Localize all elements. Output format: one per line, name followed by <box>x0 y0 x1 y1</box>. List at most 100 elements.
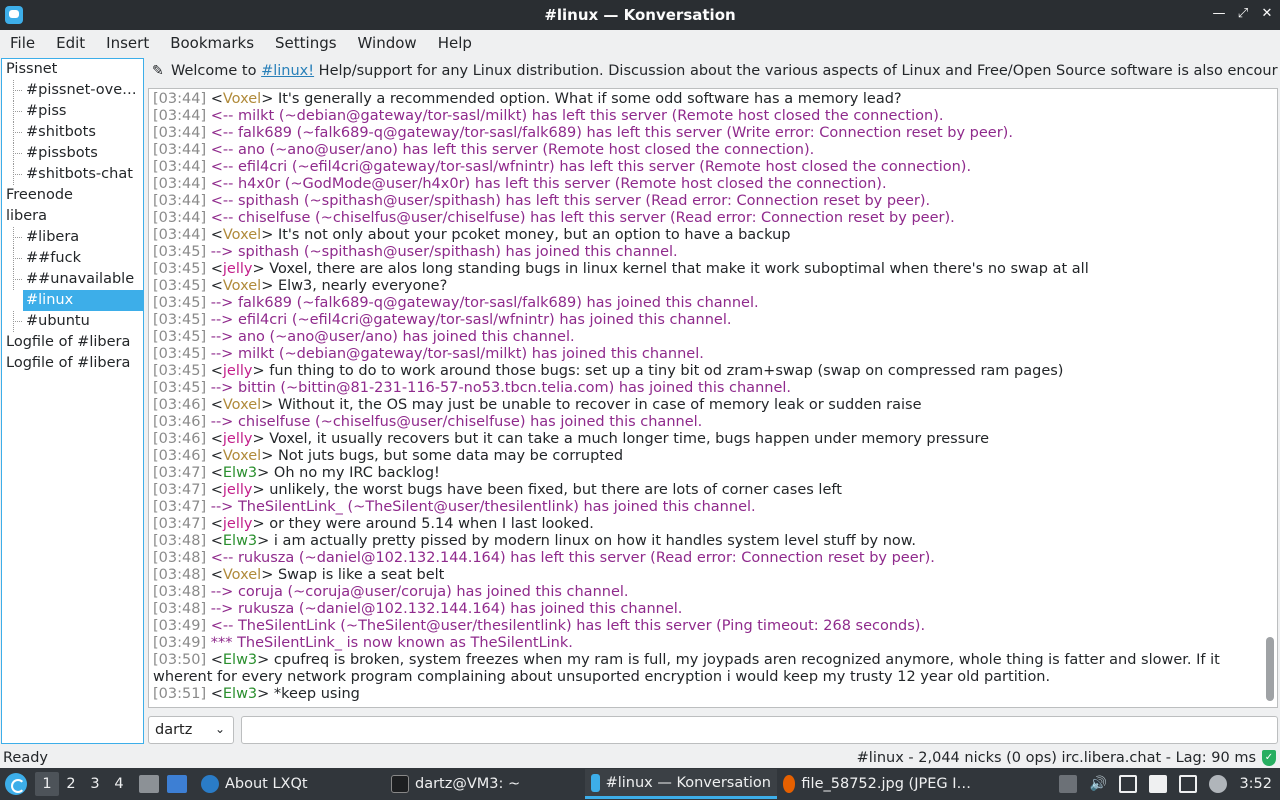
topic-link[interactable]: #linux! <box>261 63 314 79</box>
chat-event-line: [03:45] --> efil4cri (~efil4cri@gateway/… <box>153 312 1253 329</box>
message-text: Not juts bugs, but some data may be corr… <box>277 448 624 464</box>
chat-event-line: [03:49] *** TheSilentLink_ is now known … <box>153 635 1253 652</box>
message-text: unlikely, the worst bugs have been fixed… <box>269 482 842 498</box>
network-icon[interactable] <box>1119 775 1138 793</box>
menu-settings[interactable]: Settings <box>275 34 337 52</box>
event-text: <-- chiselfuse (~chiselfus@user/chiselfu… <box>210 210 955 226</box>
tree-channel-linux[interactable]: #linux <box>23 290 143 311</box>
chat-event-line: [03:44] <-- efil4cri (~efil4cri@gateway/… <box>153 159 1253 176</box>
nick[interactable]: jelly <box>223 431 253 447</box>
nick[interactable]: Voxel <box>223 227 261 243</box>
notes-icon[interactable] <box>1149 775 1168 793</box>
timestamp: [03:48] <box>153 567 207 583</box>
task-firefox[interactable]: file_58752.jpg (JPEG I… <box>777 769 977 799</box>
message-text: fun thing to do to work around those bug… <box>269 363 1064 379</box>
nick[interactable]: Voxel <box>223 397 261 413</box>
timestamp: [03:44] <box>153 227 207 243</box>
nick[interactable]: jelly <box>223 482 253 498</box>
nick[interactable]: Voxel <box>223 278 261 294</box>
file-manager-icon[interactable] <box>139 775 159 793</box>
nick[interactable]: Voxel <box>223 91 261 107</box>
tree-channel-unavailable[interactable]: ##unavailable <box>2 269 143 290</box>
event-text: --> efil4cri (~efil4cri@gateway/tor-sasl… <box>210 312 732 328</box>
chat-message-line: [03:46] <jelly> Voxel, it usually recove… <box>153 431 990 447</box>
chat-view[interactable]: [03:44] <Voxel> It's generally a recomme… <box>148 88 1278 708</box>
task-konversation[interactable]: #linux — Konversation <box>585 769 777 799</box>
desktop-2[interactable]: 2 <box>59 772 83 796</box>
nick[interactable]: Elw3 <box>223 465 257 481</box>
menu-bookmarks[interactable]: Bookmarks <box>170 34 254 52</box>
nick[interactable]: jelly <box>223 363 253 379</box>
timestamp: [03:49] <box>153 635 207 651</box>
nick[interactable]: Elw3 <box>223 533 257 549</box>
nick-selector[interactable]: dartz ⌄ <box>148 716 234 744</box>
sync-icon[interactable] <box>1209 775 1228 793</box>
tree-server-libera[interactable]: libera <box>2 206 143 227</box>
minimize-icon[interactable]: — <box>1212 6 1226 22</box>
nick[interactable]: Voxel <box>223 567 261 583</box>
scrollbar-thumb[interactable] <box>1266 637 1274 701</box>
clipboard-icon[interactable] <box>1059 775 1078 793</box>
timestamp: [03:45] <box>153 346 207 362</box>
pencil-icon[interactable]: ✎ <box>152 63 171 79</box>
chat-message-line: [03:45] <Voxel> Elw3, nearly everyone? <box>153 278 448 294</box>
tree-channel-shitbots[interactable]: #shitbots <box>2 122 143 143</box>
task-about-lxqt[interactable]: About LXQt <box>195 769 385 799</box>
tree-channel-ubuntu[interactable]: #ubuntu <box>2 311 143 332</box>
tree-channel-shitbots-chat[interactable]: #shitbots-chat <box>2 164 143 185</box>
tree-channel-pissnet-overflow[interactable]: #pissnet-over… <box>2 80 143 101</box>
menu-edit[interactable]: Edit <box>56 34 85 52</box>
chat-event-line: [03:46] --> chiselfuse (~chiselfus@user/… <box>153 414 1253 431</box>
menu-insert[interactable]: Insert <box>106 34 149 52</box>
timestamp: [03:45] <box>153 380 207 396</box>
chat-scrollbar[interactable] <box>1266 91 1274 705</box>
taskbar: 1 2 3 4 About LXQt dartz@VM3: ~ #linux —… <box>0 768 1280 800</box>
menu-window[interactable]: Window <box>358 34 417 52</box>
close-icon[interactable]: ✕ <box>1260 6 1274 22</box>
nick[interactable]: jelly <box>223 516 253 532</box>
maximize-icon[interactable]: ⤢ <box>1236 6 1250 22</box>
volume-icon[interactable]: 🔊 <box>1089 775 1107 793</box>
firefox-icon <box>783 775 796 793</box>
chat-message-line: [03:46] <Voxel> Without it, the OS may j… <box>153 397 922 413</box>
tree-logfile-libera-2[interactable]: Logfile of #libera <box>2 353 143 374</box>
desktop-3[interactable]: 3 <box>83 772 107 796</box>
timestamp: [03:47] <box>153 499 207 515</box>
tree-logfile-libera[interactable]: Logfile of #libera <box>2 332 143 353</box>
nick[interactable]: Elw3 <box>223 686 257 702</box>
show-desktop-icon[interactable] <box>167 775 187 793</box>
event-text: <-- milkt (~debian@gateway/tor-sasl/milk… <box>210 108 944 124</box>
menu-bar: File Edit Insert Bookmarks Settings Wind… <box>0 30 1280 56</box>
timestamp: [03:48] <box>153 550 207 566</box>
tree-channel-fuck[interactable]: ##fuck <box>2 248 143 269</box>
chat-message-line: [03:47] <Elw3> Oh no my IRC backlog! <box>153 465 440 481</box>
tree-channel-pissbots[interactable]: #pissbots <box>2 143 143 164</box>
event-text: --> falk689 (~falk689-q@gateway/tor-sasl… <box>210 295 759 311</box>
timestamp: [03:44] <box>153 125 207 141</box>
chat-message-line: [03:47] <jelly> unlikely, the worst bugs… <box>153 482 842 498</box>
tree-channel-libera[interactable]: #libera <box>2 227 143 248</box>
timestamp: [03:46] <box>153 448 207 464</box>
timestamp: [03:45] <box>153 244 207 260</box>
tree-server-freenode[interactable]: Freenode <box>2 185 143 206</box>
event-text: --> chiselfuse (~chiselfus@user/chiselfu… <box>210 414 703 430</box>
start-menu-icon[interactable] <box>5 773 27 795</box>
system-tray: 🔊 3:52 <box>1059 768 1280 800</box>
nick[interactable]: jelly <box>223 261 253 277</box>
message-text: Elw3, nearly everyone? <box>277 278 448 294</box>
menu-help[interactable]: Help <box>438 34 472 52</box>
desktop-4[interactable]: 4 <box>107 772 131 796</box>
chat-event-line: [03:44] <-- h4x0r (~GodMode@user/h4x0r) … <box>153 176 1253 193</box>
display-icon[interactable] <box>1179 775 1198 793</box>
nick[interactable]: Voxel <box>223 448 261 464</box>
tree-channel-piss[interactable]: #piss <box>2 101 143 122</box>
nick[interactable]: Elw3 <box>223 652 257 668</box>
message-input[interactable] <box>241 716 1278 744</box>
timestamp: [03:47] <box>153 465 207 481</box>
task-terminal[interactable]: dartz@VM3: ~ <box>385 769 585 799</box>
chat-message-line: [03:46] <Voxel> Not juts bugs, but some … <box>153 448 624 464</box>
desktop-1[interactable]: 1 <box>35 772 59 796</box>
clock[interactable]: 3:52 <box>1239 776 1272 792</box>
menu-file[interactable]: File <box>10 34 35 52</box>
tree-server-pissnet[interactable]: Pissnet <box>2 59 143 80</box>
